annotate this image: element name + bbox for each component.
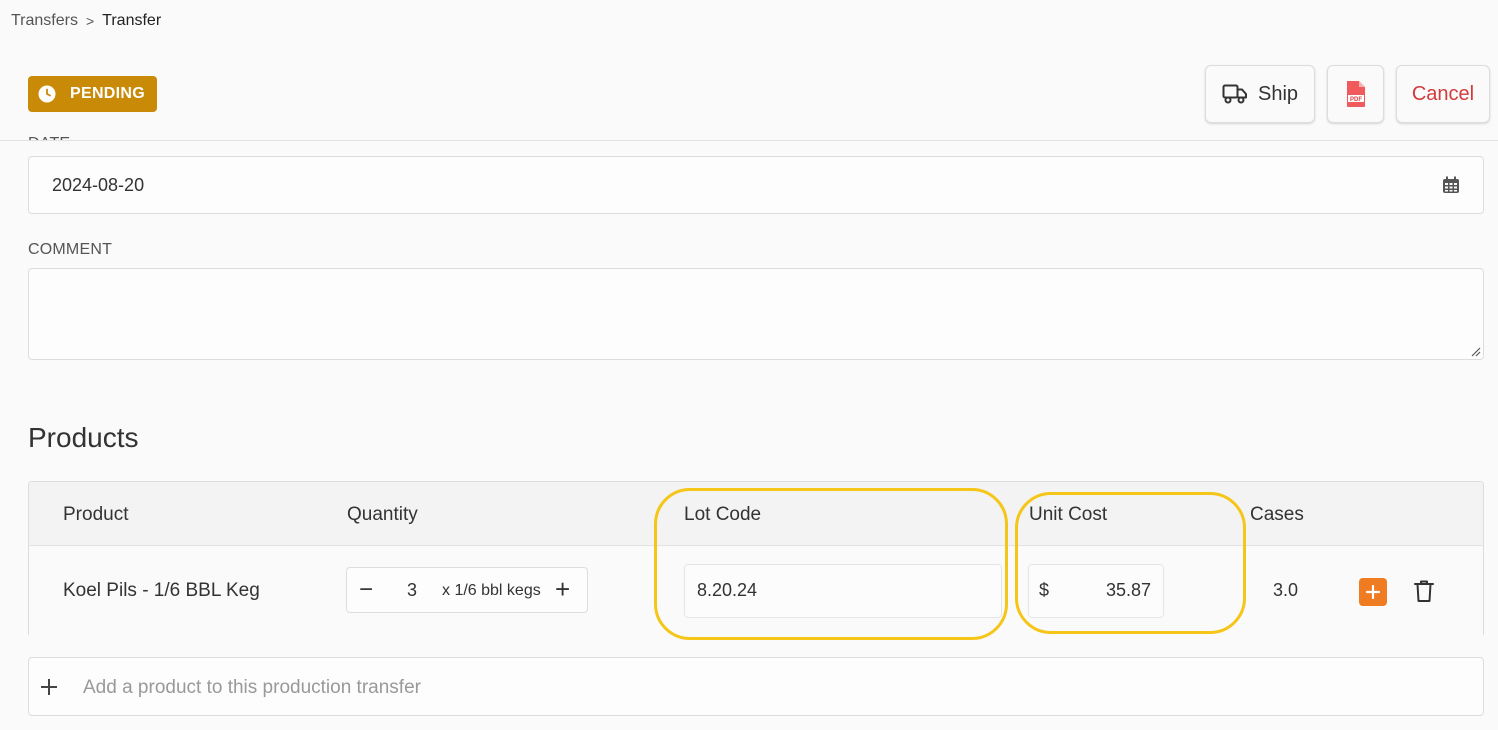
pdf-button[interactable]: PDF (1327, 65, 1384, 123)
clock-icon (38, 85, 56, 103)
column-header-quantity: Quantity (347, 504, 418, 525)
date-value: 2024-08-20 (52, 174, 145, 195)
breadcrumb-link-transfers[interactable]: Transfers (11, 12, 78, 30)
resize-handle-icon[interactable] (1469, 345, 1481, 357)
breadcrumb-current: Transfer (102, 12, 162, 29)
comment-textarea[interactable] (28, 268, 1484, 360)
svg-text:PDF: PDF (1350, 97, 1362, 103)
pdf-file-icon: PDF (1346, 81, 1365, 107)
column-header-lot-code: Lot Code (684, 504, 762, 525)
column-header-cases: Cases (1250, 504, 1304, 525)
unit-cost-value: 35.87 (1105, 580, 1151, 600)
ship-label: Ship (1257, 82, 1299, 105)
breadcrumb: Transfers > Transfer (11, 12, 161, 30)
quantity-unit: x 1/6 bbl kegs (442, 582, 541, 599)
date-label: DATE (28, 130, 70, 140)
calendar-icon[interactable] (1442, 176, 1460, 194)
add-product-placeholder: Add a product to this production transfe… (83, 677, 421, 698)
plus-icon (41, 679, 57, 695)
column-header-product: Product (63, 504, 129, 525)
table-header: Product Quantity Lot Code Unit Cost Case… (29, 482, 1483, 546)
lot-code-input[interactable]: 8.20.24 (684, 564, 1002, 618)
lot-code-value: 8.20.24 (697, 580, 758, 600)
status-badge: PENDING (28, 76, 157, 112)
date-input[interactable]: 2024-08-20 (28, 156, 1484, 214)
unit-cost-input[interactable]: $ 35.87 (1028, 564, 1164, 618)
truck-icon (1222, 84, 1247, 104)
status-label: PENDING (70, 85, 145, 102)
breadcrumb-separator: > (85, 13, 95, 29)
comment-label: COMMENT (28, 241, 113, 258)
products-heading: Products (28, 422, 139, 453)
column-header-unit-cost: Unit Cost (1029, 504, 1108, 525)
decrement-button[interactable]: − (359, 576, 373, 604)
trash-icon[interactable] (1413, 579, 1435, 603)
ship-button[interactable]: Ship (1205, 65, 1315, 123)
quantity-value[interactable]: 3 (407, 580, 417, 601)
increment-button[interactable]: + (555, 574, 570, 605)
cancel-button[interactable]: Cancel (1396, 65, 1490, 123)
header-divider (0, 140, 1498, 141)
add-lot-button[interactable] (1359, 578, 1387, 606)
product-name: Koel Pils - 1/6 BBL Keg (63, 580, 260, 601)
cases-value: 3.0 (1273, 580, 1299, 600)
quantity-stepper: − 3 x 1/6 bbl kegs + (346, 567, 588, 613)
products-table: Product Quantity Lot Code Unit Cost Case… (28, 481, 1484, 635)
add-product-input[interactable]: Add a product to this production transfe… (28, 657, 1484, 716)
plus-icon (1365, 584, 1381, 600)
currency-symbol: $ (1039, 580, 1050, 600)
